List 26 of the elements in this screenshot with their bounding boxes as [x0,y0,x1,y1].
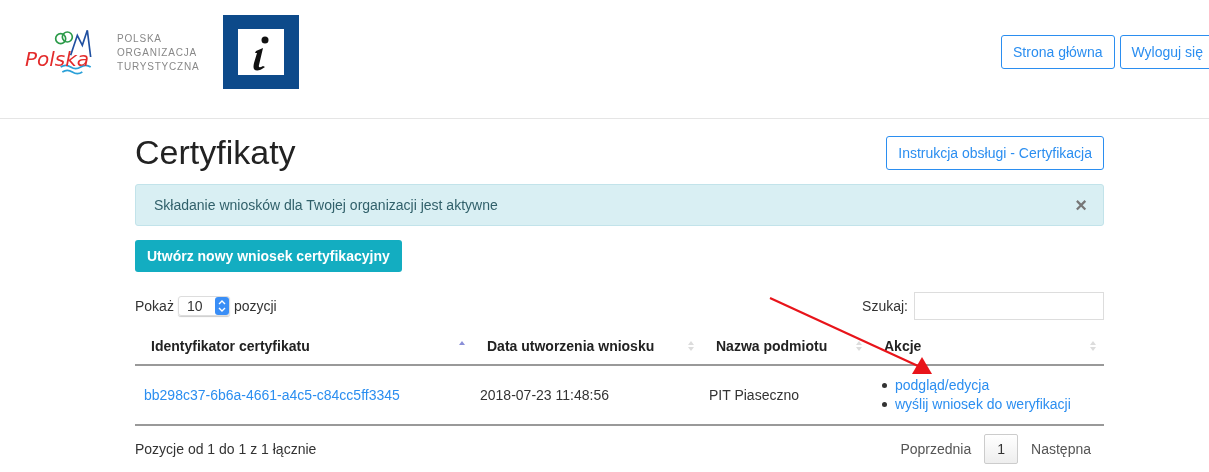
search-field[interactable] [914,292,1104,320]
logo-wordmark: Polska [25,47,90,71]
organization-name-line: ORGANIZACJA [117,46,198,58]
entries-label: pozycji [233,298,277,314]
column-header[interactable]: Nazwa podmiotu [702,328,870,365]
bullet-icon [882,383,887,388]
pagination-button[interactable]: Poprzednia [887,434,985,464]
search-label: Szukaj: [862,298,908,314]
organization-name-line: POLSKA [117,32,163,44]
show-label: Pokaż [135,298,174,314]
stepper-icon [214,297,229,315]
pagination-button[interactable]: Następna [1018,434,1104,464]
info-sign-icon [223,15,299,89]
page-title: Certyfikaty [135,133,296,172]
table-cell: PIT Piaseczno [709,387,799,403]
pagination-button[interactable]: 1 [984,434,1019,464]
bullet-icon [882,402,887,407]
organization-name-line: TURYSTYCZNA [117,60,201,72]
entries-info: Pozycje od 1 do 1 z 1 łącznie [135,441,317,457]
column-header[interactable]: Identyfikator certyfikatu [135,328,473,365]
action-link[interactable]: wyślij wniosek do weryfikacji [895,395,1071,414]
alert-message: Składanie wniosków dla Twojej organizacji jest aktywne [154,197,498,213]
close-button[interactable]: × [1075,193,1087,217]
column-header[interactable]: Data utworzenia wniosku [473,328,702,365]
page-size-select[interactable]: 10 [177,296,230,316]
table-cell: 2018-07-23 11:48:56 [480,387,609,403]
